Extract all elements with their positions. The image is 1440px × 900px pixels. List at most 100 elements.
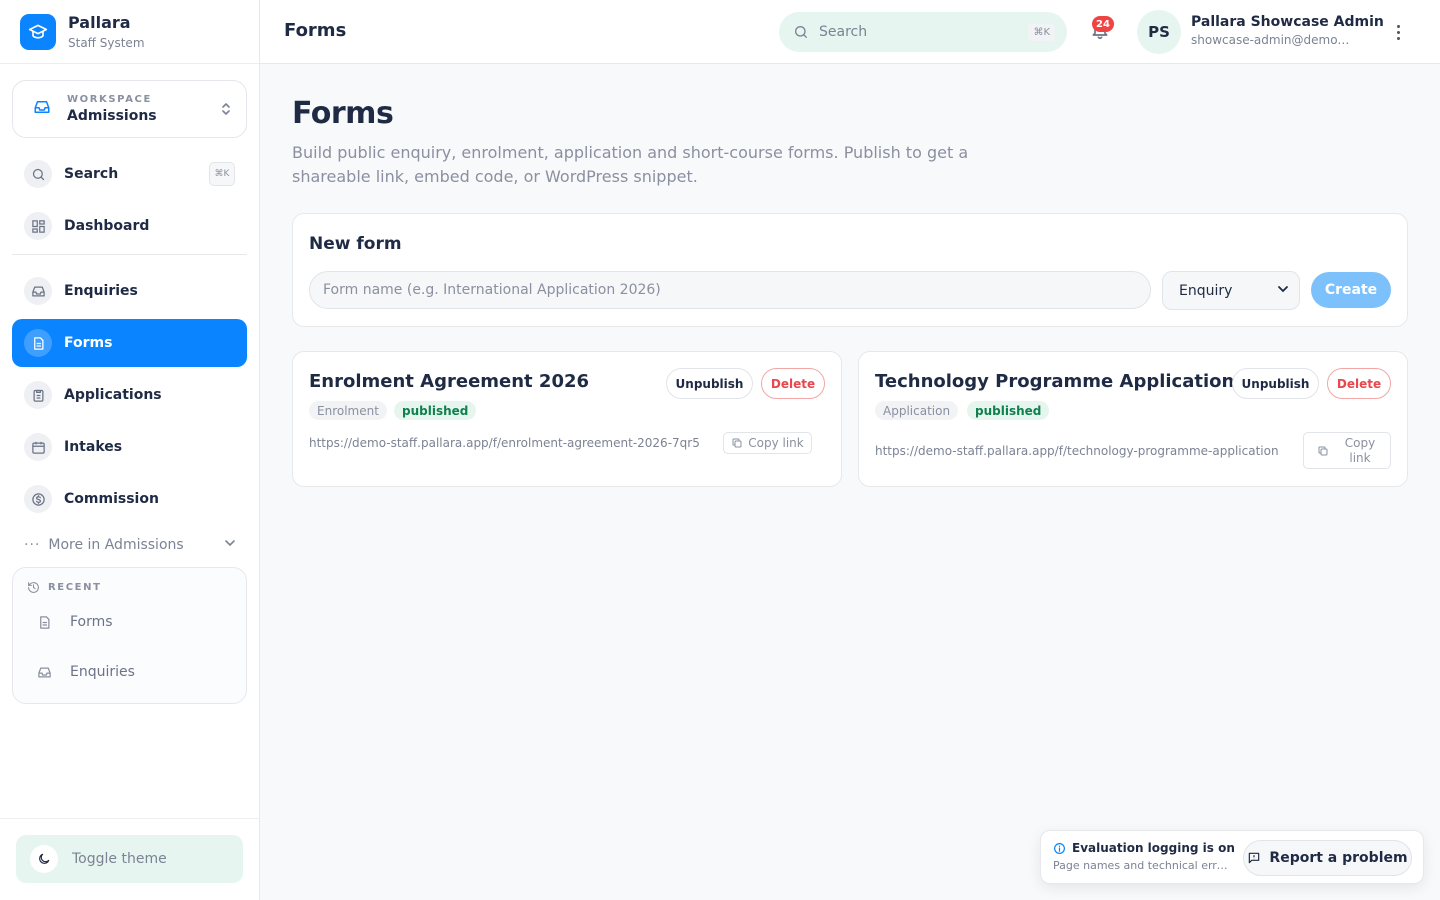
sidebar-item-label: Applications [64, 387, 162, 403]
inbox-icon [33, 98, 51, 120]
form-name-input[interactable]: Form name (e.g. International Applicatio… [309, 271, 1151, 309]
form-card: Enrolment Agreement 2026 Unpublish Delet… [292, 351, 842, 487]
sidebar-item-label: Enquiries [64, 283, 138, 299]
moon-icon [30, 845, 58, 873]
history-icon [28, 582, 39, 593]
copy-link-label: Copy link [748, 436, 804, 450]
sidebar-item-enquiries[interactable]: Enquiries [12, 267, 247, 315]
unpublish-button[interactable]: Unpublish [1232, 368, 1319, 399]
dollar-icon [24, 485, 52, 513]
evaluation-logging-toast: Evaluation logging is on Page names and … [1040, 830, 1424, 884]
delete-button[interactable]: Delete [761, 368, 825, 399]
info-icon [1054, 842, 1065, 854]
sidebar-item-commission[interactable]: Commission [12, 475, 247, 523]
new-form-title: New form [309, 234, 402, 254]
chevron-up-down-icon [220, 101, 232, 118]
user-email: showcase-admin@demo.pallara.app [1191, 33, 1351, 47]
sidebar-item-label: Intakes [64, 439, 123, 455]
recent-heading-label: RECENT [48, 582, 102, 593]
toast-title-text: Evaluation logging is on [1072, 841, 1235, 855]
form-type-badge: Application [875, 401, 959, 420]
search-input[interactable]: Search ⌘K [779, 12, 1067, 52]
copy-link-button[interactable]: Copy link [1303, 432, 1391, 469]
sidebar-divider [12, 254, 247, 255]
create-button[interactable]: Create [1311, 272, 1391, 308]
message-icon [1249, 852, 1260, 864]
brand-subtitle: Staff System [68, 36, 145, 50]
sidebar-item-label: Commission [64, 491, 159, 507]
recent-item-enquiries[interactable]: Enquiries [37, 664, 135, 680]
form-url: https://demo-staff.pallara.app/f/technol… [875, 444, 1279, 458]
workspace-switcher[interactable]: WORKSPACE Admissions [12, 80, 247, 138]
sidebar: Pallara Staff System WORKSPACE Admission… [0, 0, 260, 900]
sidebar-item-dashboard[interactable]: Dashboard [12, 202, 247, 250]
sidebar-item-label: Dashboard [64, 218, 150, 234]
brand: Pallara Staff System [0, 0, 259, 64]
calendar-icon [24, 433, 52, 461]
shortcut-hint: ⌘K [209, 162, 235, 186]
document-icon [40, 615, 50, 629]
top-bar: Forms Search ⌘K 24 PS Pallara Showcase A… [260, 0, 1440, 64]
search-icon [24, 160, 52, 188]
grid-icon [24, 212, 52, 240]
status-badge: published [967, 401, 1050, 420]
sidebar-item-applications[interactable]: Applications [12, 371, 247, 419]
toggle-theme-button[interactable]: Toggle theme [16, 835, 243, 883]
page-description: Build public enquiry, enrolment, applica… [292, 143, 969, 186]
sidebar-item-forms[interactable]: Forms [12, 319, 247, 367]
workspace-name: Admissions [67, 108, 157, 124]
toast-title: Evaluation logging is on [1053, 841, 1235, 855]
page-title: Forms [292, 96, 394, 131]
toast-subtitle: Page names and technical errors are logg… [1053, 859, 1229, 872]
more-in-admissions-toggle[interactable]: ··· More in Admissions [24, 532, 236, 558]
form-type-value: Enquiry [1179, 282, 1233, 299]
form-card: Technology Programme Application Unpubli… [858, 351, 1408, 487]
recent-panel: RECENT Forms Enquiries [12, 567, 247, 704]
avatar[interactable]: PS [1137, 10, 1181, 54]
sidebar-item-label: Forms [64, 335, 113, 351]
brand-name: Pallara [68, 13, 131, 32]
user-name: Pallara Showcase Admin [1191, 14, 1384, 30]
sidebar-item-label: Search [64, 166, 119, 182]
search-placeholder: Search [819, 24, 868, 40]
document-icon [24, 329, 52, 357]
delete-button[interactable]: Delete [1327, 368, 1391, 399]
new-form-card: New form Form name (e.g. International A… [292, 213, 1408, 327]
sidebar-item-search[interactable]: Search ⌘K [12, 150, 247, 198]
unpublish-button[interactable]: Unpublish [666, 368, 753, 399]
form-type-badge: Enrolment [309, 401, 387, 420]
form-title: Enrolment Agreement 2026 [309, 371, 590, 392]
chevron-down-icon [224, 537, 236, 553]
sidebar-footer: Toggle theme [0, 818, 259, 900]
recent-heading: RECENT [27, 581, 102, 594]
form-url: https://demo-staff.pallara.app/f/enrolme… [309, 436, 700, 450]
report-problem-label: Report a problem [1269, 850, 1408, 866]
form-title: Technology Programme Application [875, 371, 1235, 392]
copy-link-label: Copy link [1344, 435, 1376, 465]
user-info[interactable]: Pallara Showcase Admin showcase-admin@de… [1191, 14, 1384, 47]
search-shortcut: ⌘K [1028, 23, 1055, 41]
header-title: Forms [284, 20, 347, 41]
status-badge: published [394, 401, 477, 420]
recent-item-label: Forms [70, 614, 113, 630]
chevron-down-icon [1277, 283, 1289, 299]
toggle-theme-label: Toggle theme [72, 851, 167, 867]
notification-badge: 24 [1092, 16, 1114, 32]
graduation-cap-icon [20, 13, 56, 50]
inbox-icon [38, 667, 51, 677]
copy-link-button[interactable]: Copy link [723, 432, 812, 454]
inbox-icon [24, 277, 52, 305]
form-type-select[interactable]: Enquiry [1162, 271, 1300, 310]
search-icon [795, 26, 807, 38]
clipboard-icon [24, 381, 52, 409]
more-dots-icon: ··· [24, 537, 41, 553]
recent-item-forms[interactable]: Forms [37, 614, 113, 630]
copy-icon [732, 438, 742, 448]
workspace-label: WORKSPACE [67, 94, 152, 105]
more-menu-icon[interactable] [1388, 22, 1408, 42]
recent-item-label: Enquiries [70, 664, 135, 680]
report-problem-button[interactable]: Report a problem [1243, 840, 1412, 876]
sidebar-item-intakes[interactable]: Intakes [12, 423, 247, 471]
copy-icon [1318, 446, 1328, 455]
more-label: More in Admissions [48, 537, 184, 553]
